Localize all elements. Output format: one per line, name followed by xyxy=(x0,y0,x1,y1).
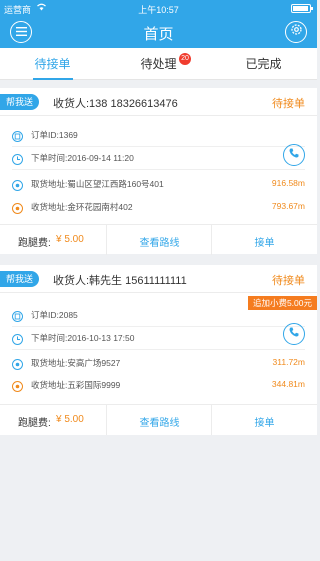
page-title: 首页 xyxy=(143,26,174,43)
order-card-footer: 跑腿费: ¥ 5.00 查看路线 接单 xyxy=(0,224,317,255)
nav-bar: 首页 xyxy=(0,16,317,48)
order-status: 待接单 xyxy=(272,98,305,110)
order-id: 订单ID:2085 xyxy=(31,310,78,320)
fee-value: ¥ 5.00 xyxy=(56,414,84,425)
order-card: 帮我送 收货人:138 18326613476 待接单 订单ID:1369 下单… xyxy=(0,88,317,255)
tab-label: 待接单 xyxy=(34,57,71,71)
delivery-distance: 793.67m xyxy=(271,201,305,211)
location-icon xyxy=(12,357,23,370)
order-time-row: 下单时间:2016-10-13 17:50 xyxy=(0,326,317,349)
receiver-info: 收货人:韩先生 15611111111 xyxy=(53,275,187,287)
pending-count-badge: 20 xyxy=(179,53,191,65)
order-card-header: 帮我送 收货人:韩先生 15611111111 待接单 xyxy=(0,265,317,293)
order-card-footer: 跑腿费: ¥ 5.00 查看路线 接单 xyxy=(0,404,317,435)
view-route-label: 查看路线 xyxy=(139,418,180,429)
status-time: 上午10:57 xyxy=(138,5,179,15)
fee-label: 跑腿费: xyxy=(18,238,51,249)
pickup-row: 取货地址:蜀山区望江西路160号401 916.58m xyxy=(0,172,317,195)
status-bar: 运营商 上午10:57 xyxy=(0,0,317,16)
clock-icon xyxy=(12,332,23,345)
fee-cell: 跑腿费: ¥ 5.00 xyxy=(0,405,105,435)
order-id: 订单ID:1369 xyxy=(31,130,78,140)
order-time: 下单时间:2016-09-14 11:20 xyxy=(31,153,134,163)
delivery-address: 收货地址:金环花园南村402 xyxy=(31,202,133,212)
tab-active-indicator xyxy=(33,78,73,80)
pickup-row: 取货地址:安高广场9527 311.72m xyxy=(0,351,317,374)
delivery-distance: 344.81m xyxy=(271,379,305,389)
accept-order-label: 接单 xyxy=(254,238,275,249)
accept-order-button[interactable]: 接单 xyxy=(211,225,316,255)
pickup-address: 取货地址:安高广场9527 xyxy=(31,358,121,368)
delivery-row: 收货地址:金环花园南村402 793.67m xyxy=(0,195,317,218)
pickup-address: 取货地址:蜀山区望江西路160号401 xyxy=(31,179,164,189)
delivery-address: 收货地址:五彩国际9999 xyxy=(31,380,121,390)
receiver-info: 收货人:138 18326613476 xyxy=(53,98,178,110)
delivery-row: 收货地址:五彩国际9999 344.81m xyxy=(0,373,317,396)
pickup-distance: 916.58m xyxy=(271,178,305,188)
location-icon xyxy=(12,201,23,214)
settings-button[interactable] xyxy=(285,21,307,43)
battery-icon xyxy=(291,4,313,13)
view-route-button[interactable]: 查看路线 xyxy=(106,225,211,255)
pickup-distance: 311.72m xyxy=(272,357,305,367)
order-status: 待接单 xyxy=(272,275,305,287)
divider xyxy=(12,349,305,350)
fee-label: 跑腿费: xyxy=(18,418,51,429)
tab-label: 已完成 xyxy=(245,57,282,71)
phone-icon xyxy=(288,325,300,343)
location-icon xyxy=(12,178,23,191)
tab-pending-process[interactable]: 待处理 20 xyxy=(106,48,211,80)
accept-order-label: 接单 xyxy=(254,418,275,429)
order-id-icon xyxy=(12,129,23,142)
clock-icon xyxy=(12,152,23,165)
fee-cell: 跑腿费: ¥ 5.00 xyxy=(0,225,105,255)
divider xyxy=(12,169,305,170)
tab-pending-accept[interactable]: 待接单 xyxy=(0,48,105,80)
order-time: 下单时间:2016-10-13 17:50 xyxy=(31,333,135,343)
settings-icon xyxy=(290,23,303,41)
tab-completed[interactable]: 已完成 xyxy=(211,48,316,80)
order-id-row: 订单ID:2085 xyxy=(0,303,317,326)
accept-order-button[interactable]: 接单 xyxy=(211,405,316,435)
call-button[interactable] xyxy=(283,323,305,345)
order-card-header: 帮我送 收货人:138 18326613476 待接单 xyxy=(0,88,317,116)
order-card: 帮我送 收货人:韩先生 15611111111 待接单 追加小费5.00元 订单… xyxy=(0,265,317,435)
order-type-tag: 帮我送 xyxy=(0,94,40,110)
phone-icon xyxy=(288,146,300,164)
view-route-button[interactable]: 查看路线 xyxy=(106,405,211,435)
order-type-tag: 帮我送 xyxy=(0,271,40,287)
tab-label: 待处理 xyxy=(140,57,177,71)
call-button[interactable] xyxy=(283,144,305,166)
view-route-label: 查看路线 xyxy=(139,238,180,249)
order-id-row: 订单ID:1369 xyxy=(0,123,317,146)
location-icon xyxy=(12,379,23,392)
order-id-icon xyxy=(12,309,23,322)
fee-value: ¥ 5.00 xyxy=(56,234,84,245)
order-time-row: 下单时间:2016-09-14 11:20 xyxy=(0,146,317,169)
tab-bar: 待接单 待处理 20 已完成 xyxy=(0,48,317,80)
